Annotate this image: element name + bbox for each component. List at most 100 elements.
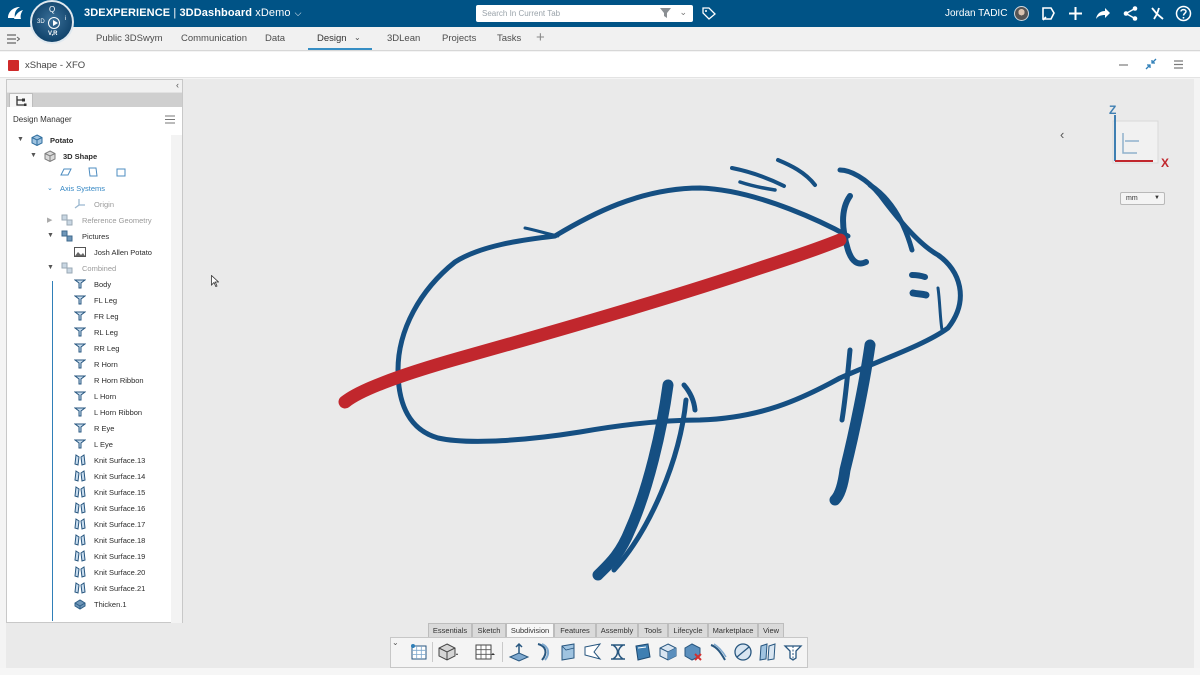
wrap-button[interactable] bbox=[607, 641, 629, 663]
search-dropdown-icon[interactable]: ⌄ bbox=[679, 7, 687, 18]
tree-item-reference-geometry[interactable]: ▶ Reference Geometry bbox=[7, 213, 171, 227]
unit-select[interactable]: mm ▼ bbox=[1120, 192, 1165, 205]
tree-item-knit-surface-15[interactable]: Knit Surface.15 bbox=[7, 485, 171, 499]
axis-triad[interactable]: Z X bbox=[1103, 101, 1175, 171]
panel-scrollbar[interactable] bbox=[171, 135, 182, 623]
tree-item-r-eye[interactable]: R Eye bbox=[7, 421, 171, 435]
subdivide-grid-button[interactable] bbox=[473, 641, 495, 663]
tree-item-knit-surface-19[interactable]: Knit Surface.19 bbox=[7, 549, 171, 563]
chevron-down-icon[interactable]: ⌵ bbox=[295, 8, 302, 19]
chevron-left-icon[interactable]: ‹ bbox=[1060, 127, 1064, 142]
section-sketch[interactable]: Sketch bbox=[472, 623, 506, 637]
tree-item-knit-surface-16[interactable]: Knit Surface.16 bbox=[7, 501, 171, 515]
play-icon[interactable] bbox=[48, 17, 60, 29]
add-tab-button[interactable]: + bbox=[536, 29, 545, 46]
tab-design[interactable]: Design bbox=[317, 33, 347, 44]
tag-icon[interactable] bbox=[702, 7, 716, 20]
tree-item-knit-surface-14[interactable]: Knit Surface.14 bbox=[7, 469, 171, 483]
tree-item-r-horn-ribbon[interactable]: R Horn Ribbon bbox=[7, 373, 171, 387]
tree-item-knit-surface-13[interactable]: Knit Surface.13 bbox=[7, 453, 171, 467]
tree-item-pictures[interactable]: ▼ Pictures bbox=[7, 229, 171, 243]
edge-crease-button[interactable] bbox=[532, 641, 554, 663]
action-bar-expand-icon[interactable]: ⌄ bbox=[392, 638, 399, 647]
curve-button[interactable] bbox=[707, 641, 729, 663]
tab-tasks[interactable]: Tasks bbox=[497, 33, 521, 44]
extrude-button[interactable] bbox=[508, 641, 530, 663]
delete-face-button[interactable] bbox=[682, 641, 704, 663]
minimize-icon[interactable] bbox=[1118, 61, 1129, 69]
tree-item-knit-surface-21[interactable]: Knit Surface.21 bbox=[7, 581, 171, 595]
section-tools[interactable]: Tools bbox=[638, 623, 668, 637]
tree-item-r-horn[interactable]: R Horn bbox=[7, 357, 171, 371]
tree-item-l-eye[interactable]: L Eye bbox=[7, 437, 171, 451]
select-tool-button[interactable] bbox=[408, 641, 430, 663]
tree-item-rl-leg[interactable]: RL Leg bbox=[7, 325, 171, 339]
filter-icon[interactable] bbox=[660, 8, 671, 18]
community-icon[interactable] bbox=[1040, 5, 1057, 22]
symmetry-button[interactable] bbox=[782, 641, 804, 663]
dassault-logo-icon[interactable] bbox=[6, 5, 24, 21]
section-essentials[interactable]: Essentials bbox=[428, 623, 472, 637]
panel-collapse-icon[interactable]: ‹ bbox=[176, 80, 179, 90]
section-view[interactable]: View bbox=[758, 623, 784, 637]
section-assembly[interactable]: Assembly bbox=[596, 623, 638, 637]
tab-3dlean[interactable]: 3DLean bbox=[387, 33, 420, 44]
bridge-button[interactable] bbox=[582, 641, 604, 663]
tab-design-chevron-icon[interactable]: ⌄ bbox=[354, 33, 361, 42]
expand-icon[interactable]: ▼ bbox=[17, 136, 24, 143]
plus-icon[interactable] bbox=[1067, 5, 1084, 22]
collapse-arrow-icon[interactable]: ▶ bbox=[47, 216, 52, 224]
search-input[interactable]: Search In Current Tab ⌄ bbox=[476, 5, 693, 22]
zx-plane-icon[interactable] bbox=[115, 166, 127, 178]
tree-view-tab[interactable] bbox=[9, 93, 33, 107]
sphere-button[interactable] bbox=[732, 641, 754, 663]
flip-button[interactable] bbox=[632, 641, 654, 663]
tab-data[interactable]: Data bbox=[265, 33, 285, 44]
tree-item-l-horn[interactable]: L Horn bbox=[7, 389, 171, 403]
tree-item-knit-surface-18[interactable]: Knit Surface.18 bbox=[7, 533, 171, 547]
tree-item-knit-surface-17[interactable]: Knit Surface.17 bbox=[7, 517, 171, 531]
primitive-cube-button[interactable] bbox=[436, 641, 458, 663]
tab-communication[interactable]: Communication bbox=[181, 33, 247, 44]
expand-icon[interactable]: ▼ bbox=[47, 264, 54, 271]
tree-item-josh-allen-potato[interactable]: Josh Allen Potato bbox=[7, 245, 171, 259]
tree-item-rr-leg[interactable]: RR Leg bbox=[7, 341, 171, 355]
box-face-button[interactable] bbox=[657, 641, 679, 663]
sidebar-toggle-icon[interactable] bbox=[7, 34, 20, 44]
share-icon[interactable] bbox=[1094, 5, 1111, 22]
tree-item-potato[interactable]: ▼ Potato bbox=[7, 133, 171, 147]
tree-item-body[interactable]: Body bbox=[7, 277, 171, 291]
section-marketplace[interactable]: Marketplace bbox=[708, 623, 758, 637]
avatar[interactable] bbox=[1014, 6, 1029, 21]
tree-item-fr-leg[interactable]: FR Leg bbox=[7, 309, 171, 323]
tree-item-origin[interactable]: Origin bbox=[7, 197, 171, 211]
user-name[interactable]: Jordan TADIC bbox=[945, 8, 1007, 19]
expand-icon[interactable]: ▼ bbox=[30, 152, 37, 159]
tab-public-3dswym[interactable]: Public 3DSwym bbox=[96, 33, 163, 44]
expand-icon[interactable]: ⌄ bbox=[47, 184, 53, 192]
tree-item-axis-systems[interactable]: ⌄ Axis Systems bbox=[7, 181, 171, 195]
tools-icon[interactable] bbox=[1149, 5, 1166, 22]
tree-item-combined[interactable]: ▼ Combined bbox=[7, 261, 171, 275]
section-features[interactable]: Features bbox=[554, 623, 596, 637]
tree-item-3d-shape[interactable]: ▼ 3D Shape bbox=[7, 149, 171, 163]
collapse-icon[interactable] bbox=[1145, 58, 1157, 70]
expand-icon[interactable]: ▼ bbox=[47, 232, 54, 239]
panel-menu-icon[interactable] bbox=[165, 115, 175, 124]
tree-item-knit-surface-20[interactable]: Knit Surface.20 bbox=[7, 565, 171, 579]
potato-sketch-drawing[interactable] bbox=[300, 140, 1000, 600]
app-brand[interactable]: 3DEXPERIENCE | 3DDashboard xDemo ⌵ bbox=[84, 7, 302, 19]
section-subdivision[interactable]: Subdivision bbox=[506, 623, 554, 637]
menu-icon[interactable] bbox=[1173, 59, 1184, 70]
tree-item-thicken-1[interactable]: Thicken.1 bbox=[7, 597, 171, 611]
mirror-button[interactable] bbox=[757, 641, 779, 663]
yz-plane-icon[interactable] bbox=[87, 166, 99, 178]
tree-item-l-horn-ribbon[interactable]: L Horn Ribbon bbox=[7, 405, 171, 419]
xy-plane-icon[interactable] bbox=[60, 166, 72, 178]
help-icon[interactable] bbox=[1175, 5, 1192, 22]
tab-projects[interactable]: Projects bbox=[442, 33, 476, 44]
compass-widget[interactable]: Q 3D i V,R bbox=[30, 0, 74, 44]
network-icon[interactable] bbox=[1122, 5, 1139, 22]
face-button[interactable] bbox=[557, 641, 579, 663]
section-lifecycle[interactable]: Lifecycle bbox=[668, 623, 708, 637]
